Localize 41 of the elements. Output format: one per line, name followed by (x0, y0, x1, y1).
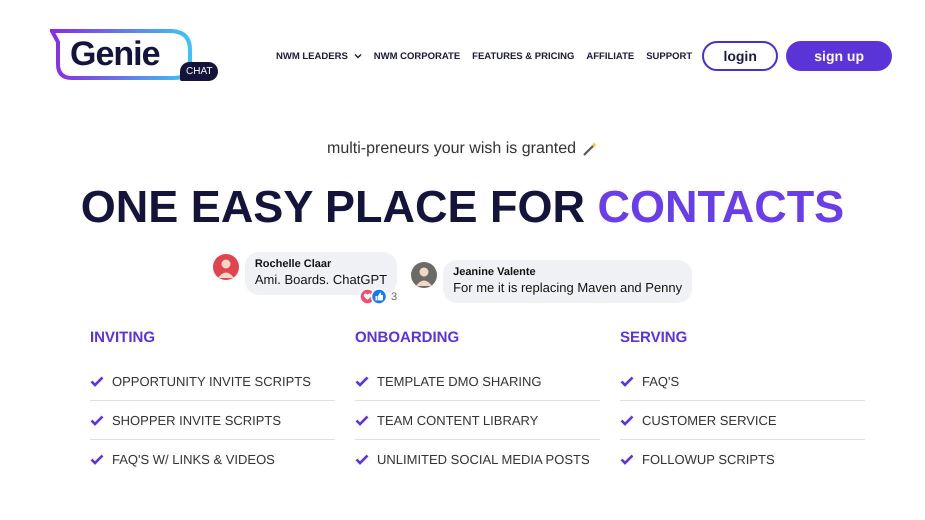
signup-button[interactable]: sign up (786, 41, 892, 71)
column-heading: INVITING (90, 329, 156, 346)
column-heading: ONBOARDING (355, 329, 460, 346)
check-icon (620, 454, 634, 464)
nav-link[interactable]: AFFILIATE (586, 50, 634, 62)
feature-item: FOLLOWUP SCRIPTS (642, 452, 775, 466)
comment-text: For me it is replacing Maven and Penny (453, 280, 682, 295)
feature-item: TEAM CONTENT LIBRARY (377, 412, 538, 428)
feature-item: OPPORTUNITY INVITE SCRIPTS (112, 374, 311, 388)
magic-wand-icon (582, 141, 598, 157)
chevron-down-icon (354, 53, 362, 59)
headline: ONE EASY PLACE FOR CONTACTS (80, 180, 846, 234)
feature-item: SHOPPER INVITE SCRIPTS (112, 412, 282, 428)
feature-item: UNLIMITED SOCIAL MEDIA POSTS (377, 452, 590, 466)
reaction-icons (358, 288, 389, 305)
comment-author: Jeanine Valente (453, 266, 537, 278)
check-icon (355, 376, 369, 386)
chat-badge: CHAT (180, 62, 218, 81)
tagline: multi-preneurs your wish is granted (327, 140, 576, 158)
nav-link[interactable]: SUPPORT (646, 50, 692, 62)
check-icon (620, 376, 634, 386)
feature-item: CUSTOMER SERVICE (642, 412, 777, 428)
check-icon (90, 414, 104, 426)
feature-item: TEMPLATE DMO SHARING (377, 374, 542, 388)
nav-link[interactable]: FEATURES & PRICING (472, 50, 574, 62)
check-icon (90, 376, 104, 386)
check-icon (355, 454, 369, 464)
check-icon (620, 414, 634, 426)
logo-wordmark: Genie (70, 34, 160, 74)
column-heading: SERVING (620, 329, 688, 346)
check-icon (355, 414, 369, 426)
feature-item: FAQ'S W/ LINKS & VIDEOS (112, 452, 275, 466)
login-button[interactable]: login (702, 41, 778, 71)
comment-author: Rochelle Claar (254, 258, 332, 270)
logo[interactable]: Genie CHAT (50, 28, 222, 84)
nav-link[interactable]: NWM CORPORATE (374, 50, 460, 62)
feature-item: FAQ'S (642, 374, 680, 388)
comment-text: Ami. Boards. ChatGPT (254, 272, 388, 287)
nav-link[interactable]: NWM LEADERS (276, 50, 362, 62)
check-icon (90, 454, 104, 464)
reaction-count: 3 (390, 290, 398, 302)
